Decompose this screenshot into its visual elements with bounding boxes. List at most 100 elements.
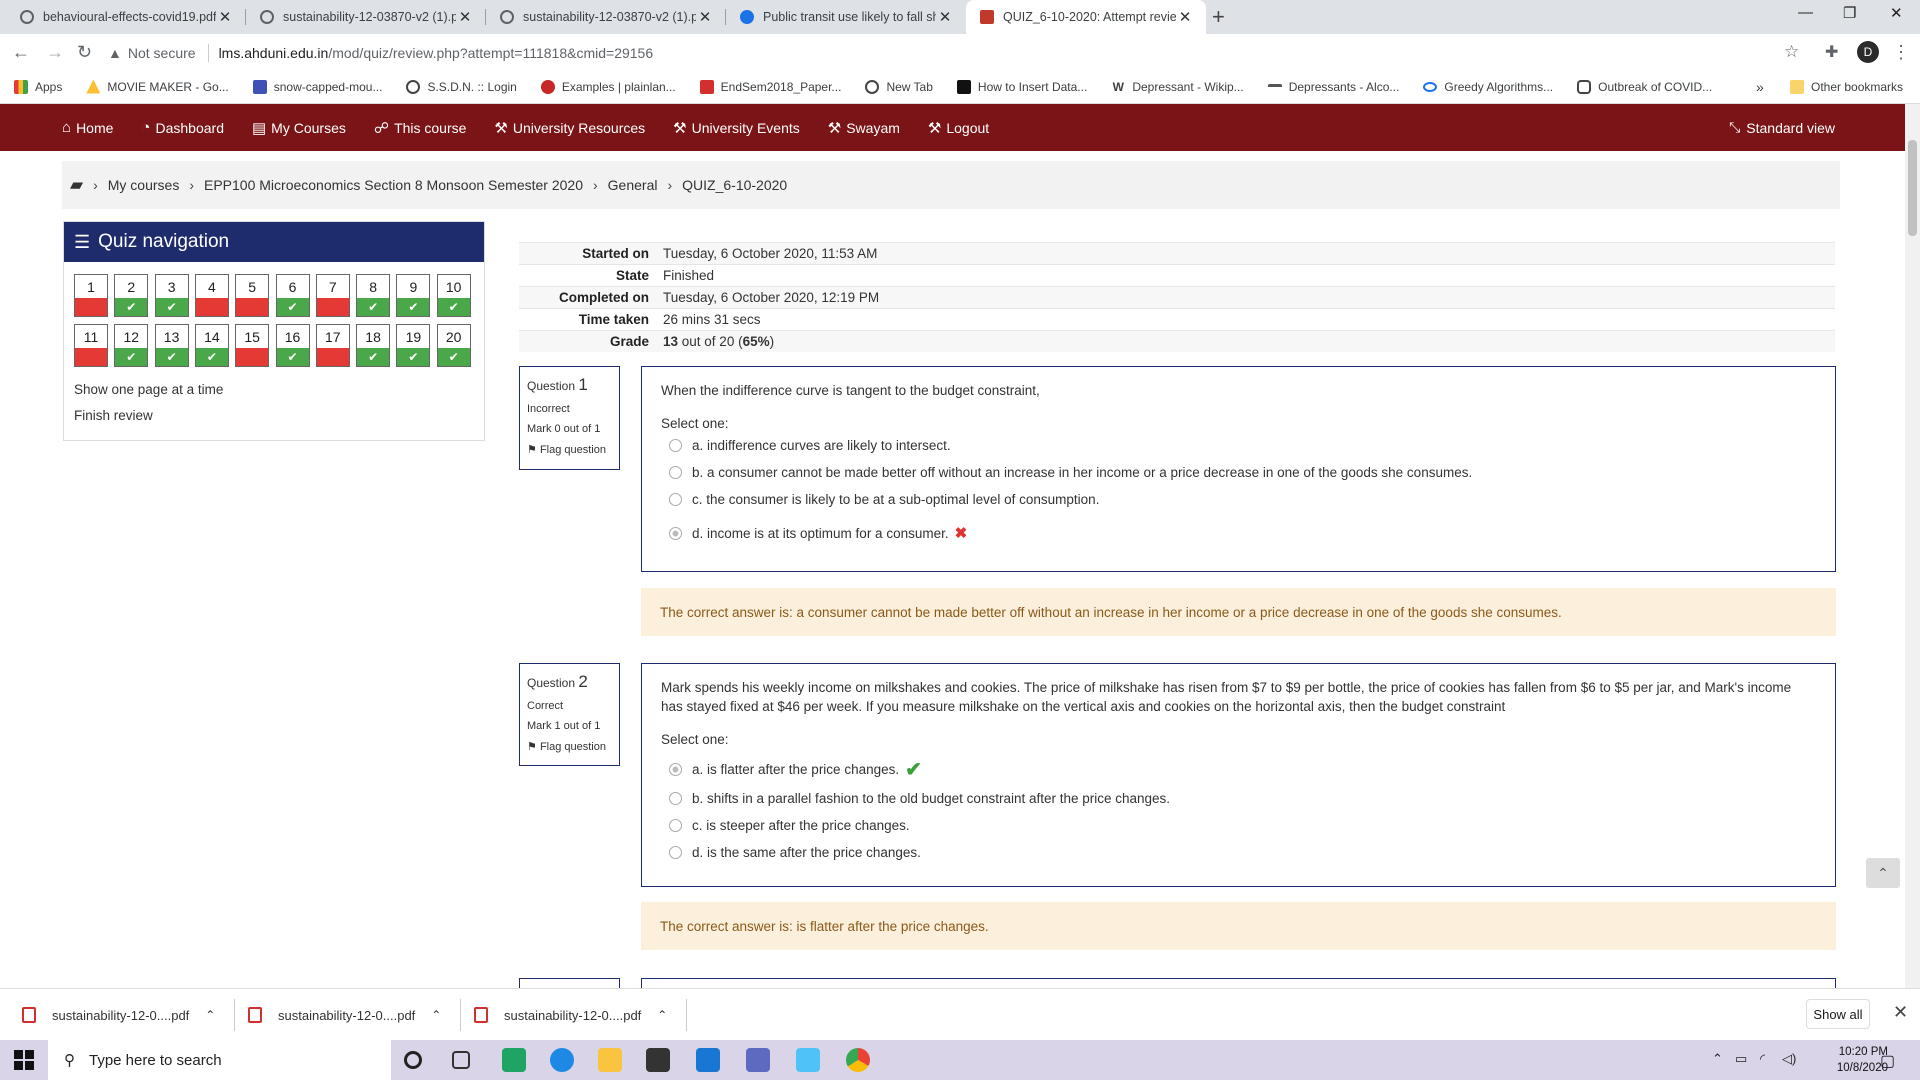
radio-button[interactable] <box>669 792 682 805</box>
bookmark-item[interactable]: snow-capped-mou... <box>252 79 382 94</box>
new-tab-icon[interactable]: + <box>1212 4 1225 30</box>
bookmark-item[interactable]: W Depressant - Wikip... <box>1111 80 1244 94</box>
close-tab-icon[interactable]: ✕ <box>216 8 234 26</box>
close-downloads-icon[interactable]: ✕ <box>1893 1002 1908 1023</box>
quiz-question-button[interactable]: 14 ✔ <box>194 324 229 367</box>
whiteboard-icon[interactable] <box>746 1048 770 1072</box>
back-to-top-button[interactable]: ⌃ <box>1866 858 1900 888</box>
answer-option[interactable]: c. is steeper after the price changes. <box>661 818 1816 833</box>
bookmarks-overflow-icon[interactable]: » <box>1756 79 1764 95</box>
bookmark-item[interactable]: Outbreak of COVID... <box>1577 79 1712 94</box>
answer-option[interactable]: a. indifference curves are likely to int… <box>661 438 1816 453</box>
radio-button[interactable] <box>669 466 682 479</box>
breadcrumb-item[interactable]: General <box>608 177 658 193</box>
close-tab-icon[interactable]: ✕ <box>456 8 474 26</box>
nav-this-course[interactable]: ☍ This course <box>374 119 467 137</box>
edge-icon[interactable] <box>550 1048 574 1072</box>
radio-button-selected[interactable] <box>669 763 682 776</box>
nav-university-resources[interactable]: ⚒ University Resources <box>494 119 645 137</box>
forward-icon[interactable]: → <box>46 42 64 63</box>
chevron-up-icon[interactable]: ⌃ <box>205 1008 215 1022</box>
quiz-question-button[interactable]: 12 ✔ <box>114 324 149 367</box>
reload-icon[interactable]: ↻ <box>77 42 92 63</box>
close-window-icon[interactable]: ✕ <box>1890 4 1903 22</box>
quiz-question-button[interactable]: 8 ✔ <box>356 274 391 317</box>
download-item[interactable]: sustainability-12-0....pdf ⌃ <box>474 989 688 1041</box>
star-icon[interactable]: ☆ <box>1784 42 1799 62</box>
standard-view-button[interactable]: ⤡ Standard view <box>1729 104 1835 151</box>
download-item[interactable]: sustainability-12-0....pdf ⌃ <box>248 989 462 1041</box>
nav-my-courses[interactable]: ▤ My Courses <box>252 119 346 137</box>
quiz-question-button[interactable]: 15 <box>235 324 270 367</box>
answer-option[interactable]: b. a consumer cannot be made better off … <box>661 465 1816 480</box>
chevron-up-icon[interactable]: ⌃ <box>431 1008 441 1022</box>
bookmark-item[interactable]: How to Insert Data... <box>956 79 1087 94</box>
quiz-question-button[interactable]: 2 ✔ <box>114 274 149 317</box>
chrome-icon[interactable] <box>846 1048 870 1072</box>
breadcrumb-item[interactable]: My courses <box>108 177 180 193</box>
restore-icon[interactable]: ❐ <box>1843 4 1856 22</box>
quiz-question-button[interactable]: 16 ✔ <box>275 324 310 367</box>
quiz-question-button[interactable]: 5 <box>235 274 270 317</box>
quiz-question-button[interactable]: 20 ✔ <box>436 324 471 367</box>
page-scrollbar[interactable] <box>1905 104 1920 988</box>
answer-option-selected[interactable]: a. is flatter after the price changes. ✔ <box>661 757 1816 782</box>
nav-dashboard[interactable]: ◔ Dashboard <box>141 119 224 136</box>
bookmark-item[interactable]: EndSem2018_Paper... <box>699 79 841 94</box>
quiz-question-button[interactable]: 3 ✔ <box>154 274 189 317</box>
menu-icon[interactable]: ⋮ <box>1892 42 1910 63</box>
download-item[interactable]: sustainability-12-0....pdf ⌃ <box>22 989 236 1041</box>
quiz-question-button[interactable]: 4 <box>194 274 229 317</box>
nav-swayam[interactable]: ⚒ Swayam <box>828 119 900 137</box>
nav-logout[interactable]: ⚒ Logout <box>928 119 989 137</box>
radio-button[interactable] <box>669 846 682 859</box>
mail-icon[interactable] <box>696 1048 720 1072</box>
browser-tab[interactable]: sustainability-12-03870-v2 (1).pdf ✕ <box>246 0 486 34</box>
wifi-icon[interactable]: ◜ <box>1760 1051 1765 1067</box>
extensions-icon[interactable]: ✚ <box>1825 42 1838 62</box>
radio-button[interactable] <box>669 439 682 452</box>
chevron-up-icon[interactable]: ⌃ <box>657 1008 667 1022</box>
nav-home[interactable]: ⌂ Home <box>62 119 113 136</box>
radio-button[interactable] <box>669 493 682 506</box>
flag-question[interactable]: ⚑ Flag question <box>527 443 612 456</box>
app-icon[interactable] <box>796 1048 820 1072</box>
browser-tab[interactable]: sustainability-12-03870-v2 (1).pdf ✕ <box>486 0 726 34</box>
file-explorer-icon[interactable] <box>598 1048 622 1072</box>
tray-chevron-icon[interactable]: ⌃ <box>1712 1051 1723 1067</box>
windows-start-icon[interactable] <box>14 1050 34 1070</box>
browser-tab[interactable]: behavioural-effects-covid19.pdf ✕ <box>6 0 246 34</box>
answer-option[interactable]: d. is the same after the price changes. <box>661 845 1816 860</box>
answer-option[interactable]: c. the consumer is likely to be at a sub… <box>661 492 1816 507</box>
breadcrumb-item[interactable]: EPP100 Microeconomics Section 8 Monsoon … <box>204 177 583 193</box>
flag-question[interactable]: ⚑ Flag question <box>527 740 612 753</box>
quiz-question-button[interactable]: 18 ✔ <box>356 324 391 367</box>
browser-tab-active[interactable]: QUIZ_6-10-2020: Attempt review ✕ <box>966 0 1206 34</box>
folder-open-icon[interactable]: ▰ <box>70 175 83 195</box>
finish-review-link[interactable]: Finish review <box>74 408 153 423</box>
breadcrumb-item[interactable]: QUIZ_6-10-2020 <box>682 177 787 193</box>
quiz-question-button[interactable]: 9 ✔ <box>396 274 431 317</box>
store-icon[interactable] <box>646 1048 670 1072</box>
bookmark-item[interactable]: Greedy Algorithms... <box>1423 80 1553 94</box>
show-all-downloads-button[interactable]: Show all <box>1806 999 1870 1029</box>
quiz-question-button[interactable]: 10 ✔ <box>436 274 471 317</box>
nav-university-events[interactable]: ⚒ University Events <box>673 119 800 137</box>
browser-tab[interactable]: Public transit use likely to fall sharpl… <box>726 0 966 34</box>
back-icon[interactable]: ← <box>12 42 30 63</box>
taskbar-search-input[interactable]: ⚲ Type here to search <box>48 1040 391 1080</box>
quiz-question-button[interactable]: 19 ✔ <box>396 324 431 367</box>
bookmark-item[interactable]: Depressants - Alco... <box>1267 80 1399 94</box>
quiz-question-button[interactable]: 1 <box>74 274 108 317</box>
quiz-question-button[interactable]: 6 ✔ <box>275 274 310 317</box>
quiz-question-button[interactable]: 11 <box>74 324 108 367</box>
close-tab-icon[interactable]: ✕ <box>696 8 714 26</box>
cortana-icon[interactable] <box>404 1051 422 1069</box>
other-bookmarks[interactable]: Other bookmarks <box>1790 79 1903 94</box>
minimize-icon[interactable]: — <box>1798 4 1813 21</box>
profile-avatar[interactable]: D <box>1857 41 1879 63</box>
close-tab-icon[interactable]: ✕ <box>1176 8 1194 26</box>
scrollbar-thumb[interactable] <box>1908 140 1917 236</box>
quiz-question-button[interactable]: 13 ✔ <box>154 324 189 367</box>
bookmark-item[interactable]: S.S.D.N. :: Login <box>406 79 517 94</box>
